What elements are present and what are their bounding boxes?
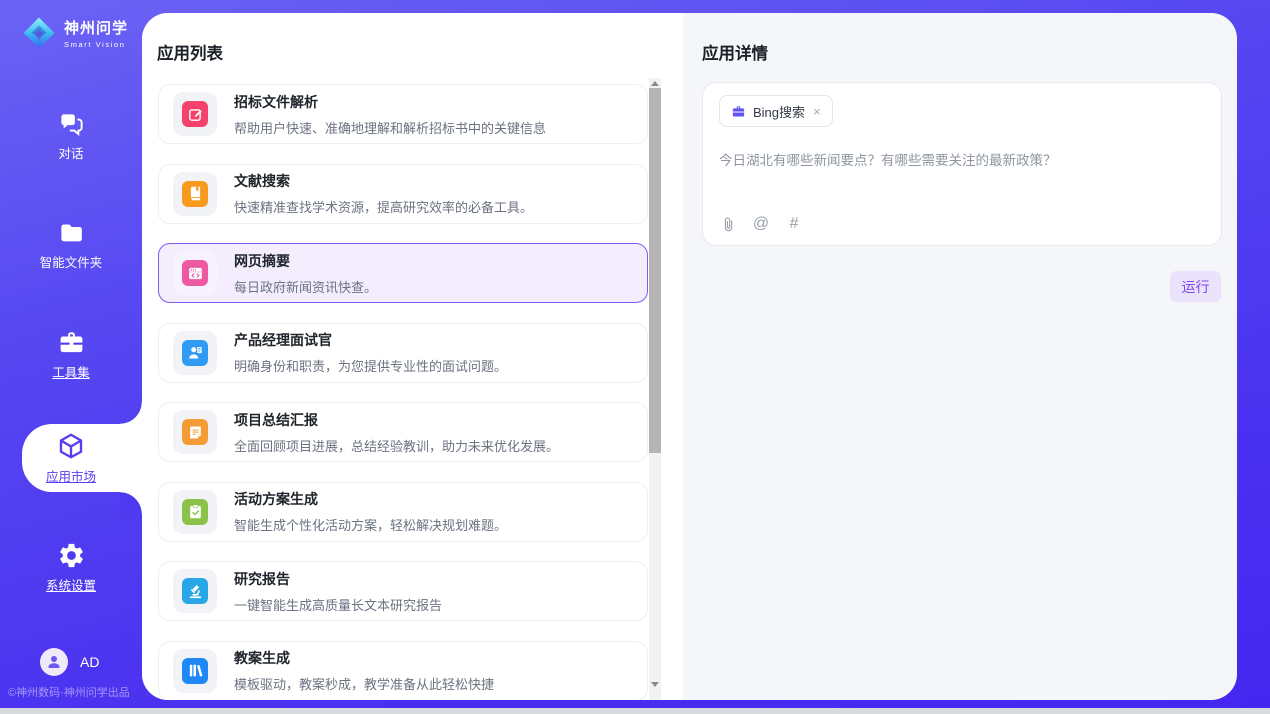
app-name: 活动方案生成 <box>234 489 507 509</box>
app-card[interactable]: 研究报告一键智能生成高质量长文本研究报告 <box>158 561 648 621</box>
app-name: 网页摘要 <box>234 251 377 271</box>
app-card[interactable]: 项目总结汇报全面回顾项目进展，总结经验教训，助力未来优化发展。 <box>158 402 648 462</box>
close-icon[interactable]: × <box>812 105 822 118</box>
brand-name: 神州问学 <box>64 17 128 38</box>
scrollbar-thumb[interactable] <box>649 88 661 453</box>
user-initials: AD <box>80 654 99 670</box>
scrollbar-up-icon[interactable] <box>651 81 659 86</box>
app-card-list: 招标文件解析帮助用户快速、准确地理解和解析招标书中的关键信息文献搜索快速精准查找… <box>158 84 648 700</box>
app-description: 一键智能生成高质量长文本研究报告 <box>234 595 442 614</box>
avatar <box>40 648 68 676</box>
app-texts: 活动方案生成智能生成个性化活动方案，轻松解决规划难题。 <box>234 489 507 534</box>
gear-icon <box>0 541 142 570</box>
edit-square-icon <box>182 101 208 127</box>
app-list-panel: 应用列表 招标文件解析帮助用户快速、准确地理解和解析招标书中的关键信息文献搜索快… <box>142 13 683 700</box>
app-texts: 教案生成模板驱动，教案秒成，教学准备从此轻松快捷 <box>234 648 494 693</box>
briefcase-icon <box>731 104 746 119</box>
app-description: 明确身份和职责，为您提供专业性的面试问题。 <box>234 356 507 375</box>
app-detail-title: 应用详情 <box>702 40 768 64</box>
app-description: 帮助用户快速、准确地理解和解析招标书中的关键信息 <box>234 118 546 137</box>
app-texts: 研究报告一键智能生成高质量长文本研究报告 <box>234 569 442 614</box>
app-icon-box <box>173 569 217 613</box>
app-name: 产品经理面试官 <box>234 330 507 350</box>
app-icon-box <box>173 251 217 295</box>
sidebar-item-label: 智能文件夹 <box>0 252 142 271</box>
app-description: 每日政府新闻资讯快查。 <box>234 277 377 296</box>
sidebar-item-label: 应用市场 <box>0 466 142 485</box>
books-icon <box>182 658 208 684</box>
app-icon-box <box>173 172 217 216</box>
window-bottom-edge <box>0 708 1270 714</box>
book-icon <box>182 181 208 207</box>
scrollbar-down-icon[interactable] <box>651 682 659 687</box>
app-name: 教案生成 <box>234 648 494 668</box>
app-texts: 招标文件解析帮助用户快速、准确地理解和解析招标书中的关键信息 <box>234 92 546 137</box>
browser-code-icon <box>182 260 208 286</box>
app-icon-box <box>173 92 217 136</box>
app-detail-panel: 应用详情 Bing搜索 × 今日湖北有哪些新闻要点？有哪些需要关注的最新政策？ <box>683 13 1237 700</box>
toolbox-icon <box>0 328 142 357</box>
microscope-icon <box>182 578 208 604</box>
note-icon <box>182 419 208 445</box>
brand-diamond-icon <box>20 14 58 52</box>
app-description: 全面回顾项目进展，总结经验教训，助力未来优化发展。 <box>234 436 559 455</box>
app-card[interactable]: 活动方案生成智能生成个性化活动方案，轻松解决规划难题。 <box>158 482 648 542</box>
tool-tag-bing[interactable]: Bing搜索 × <box>719 95 833 127</box>
app-name: 招标文件解析 <box>234 92 546 112</box>
sidebar-item-toolset[interactable]: 工具集 <box>0 328 142 381</box>
app-name: 项目总结汇报 <box>234 410 559 430</box>
app-name: 研究报告 <box>234 569 442 589</box>
mention-button[interactable]: @ <box>752 213 770 235</box>
sidebar-item-label: 工具集 <box>0 362 142 381</box>
sidebar-item-settings[interactable]: 系统设置 <box>0 541 142 594</box>
app-texts: 产品经理面试官明确身份和职责，为您提供专业性的面试问题。 <box>234 330 507 375</box>
query-input[interactable]: Bing搜索 × 今日湖北有哪些新闻要点？有哪些需要关注的最新政策？ @ # <box>702 82 1222 246</box>
brand-subtitle: Smart Vision <box>64 40 128 49</box>
sidebar-item-label: 系统设置 <box>0 575 142 594</box>
cube-icon <box>0 431 142 461</box>
app-card[interactable]: 教案生成模板驱动，教案秒成，教学准备从此轻松快捷 <box>158 641 648 701</box>
chat-icon <box>0 111 142 138</box>
app-texts: 项目总结汇报全面回顾项目进展，总结经验教训，助力未来优化发展。 <box>234 410 559 455</box>
at-icon: @ <box>753 215 769 233</box>
attachment-button[interactable] <box>719 213 737 235</box>
run-button[interactable]: 运行 <box>1170 271 1221 302</box>
clipboard-check-icon <box>182 499 208 525</box>
interviewer-icon <box>182 340 208 366</box>
input-toolbar: @ # <box>719 213 803 235</box>
user-account[interactable]: AD <box>40 648 99 676</box>
app-description: 智能生成个性化活动方案，轻松解决规划难题。 <box>234 515 507 534</box>
app-texts: 网页摘要每日政府新闻资讯快查。 <box>234 251 377 296</box>
paperclip-icon <box>721 215 736 234</box>
query-text[interactable]: 今日湖北有哪些新闻要点？有哪些需要关注的最新政策？ <box>719 149 1199 169</box>
tool-tag-label: Bing搜索 <box>753 102 805 121</box>
sidebar-item-chat[interactable]: 对话 <box>0 111 142 162</box>
app-icon-box <box>173 331 217 375</box>
hash-icon: # <box>790 215 799 233</box>
main-window: 应用列表 招标文件解析帮助用户快速、准确地理解和解析招标书中的关键信息文献搜索快… <box>142 13 1237 700</box>
app-icon-box <box>173 649 217 693</box>
app-card[interactable]: 网页摘要每日政府新闻资讯快查。 <box>158 243 648 303</box>
scrollbar-track[interactable] <box>649 78 661 700</box>
copyright-footer: ©神州数码·神州问学出品 <box>8 684 142 700</box>
app-card[interactable]: 文献搜索快速精准查找学术资源，提高研究效率的必备工具。 <box>158 164 648 224</box>
app-name: 文献搜索 <box>234 171 533 191</box>
sidebar-item-smart-folder[interactable]: 智能文件夹 <box>0 220 142 271</box>
sidebar-item-label: 对话 <box>0 143 142 162</box>
app-texts: 文献搜索快速精准查找学术资源，提高研究效率的必备工具。 <box>234 171 533 216</box>
sidebar-item-app-market[interactable]: 应用市场 <box>0 431 142 485</box>
app-description: 模板驱动，教案秒成，教学准备从此轻松快捷 <box>234 674 494 693</box>
app-list-title: 应用列表 <box>157 40 223 64</box>
app-description: 快速精准查找学术资源，提高研究效率的必备工具。 <box>234 197 533 216</box>
sidebar: 神州问学 Smart Vision 对话 智能文件夹 工具集 <box>0 0 142 714</box>
topic-button[interactable]: # <box>785 213 803 235</box>
folder-icon <box>0 220 142 247</box>
brand-logo: 神州问学 Smart Vision <box>20 14 128 52</box>
app-card[interactable]: 产品经理面试官明确身份和职责，为您提供专业性的面试问题。 <box>158 323 648 383</box>
app-icon-box <box>173 490 217 534</box>
app-card[interactable]: 招标文件解析帮助用户快速、准确地理解和解析招标书中的关键信息 <box>158 84 648 144</box>
app-icon-box <box>173 410 217 454</box>
